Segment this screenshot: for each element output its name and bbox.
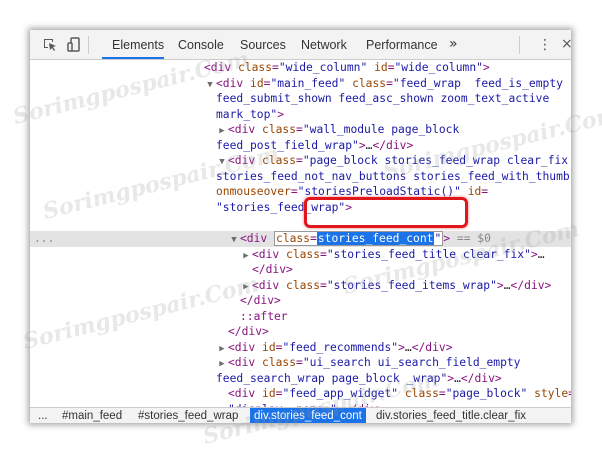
tab-console[interactable]: Console [178, 30, 224, 59]
breadcrumb: ... #main_feed #stories_feed_wrap div.st… [30, 407, 571, 423]
inspect-cursor-icon[interactable] [42, 37, 58, 53]
breadcrumb-main-feed[interactable]: #main_feed [58, 408, 126, 423]
dollar-zero-ref: == $0 [456, 232, 491, 245]
kebab-menu-icon[interactable]: ⋮ [538, 35, 552, 55]
tab-network[interactable]: Network [301, 30, 347, 59]
breadcrumb-ellipsis[interactable]: ... [34, 408, 52, 423]
dom-node-continuation: stories_feed_not_nav_buttons stories_fee… [216, 169, 571, 183]
active-tab-indicator [102, 57, 164, 59]
breadcrumb-stories-feed-title[interactable]: div.stories_feed_title.clear_fix [372, 408, 530, 423]
toolbar-separator [88, 36, 89, 54]
dom-node[interactable]: ▶ <div class="stories_feed_title clear_fi… [30, 247, 571, 263]
close-icon[interactable]: × [561, 30, 571, 59]
dom-node[interactable]: ▼ <div class="page_block stories_feed_wra… [30, 153, 571, 169]
device-toggle-icon[interactable] [66, 37, 82, 53]
dom-node-close: </div> [252, 263, 293, 276]
dom-node-continuation: mark_top"> [216, 107, 285, 121]
dom-node[interactable]: <div id="feed_app_widget" class="page_bl… [30, 386, 571, 402]
dom-node[interactable]: ▶ <div class="wall_module page_block [30, 122, 571, 138]
dom-node-continuation: feed_submit_shown feed_asc_shown zoom_te… [216, 92, 550, 105]
dom-node[interactable]: ▶ <div class="ui_search ui_search_field_e… [30, 355, 571, 371]
tab-performance[interactable]: Performance [366, 30, 438, 59]
dom-node[interactable]: ▶ <div class="stories_feed_items_wrap">…<… [30, 278, 571, 294]
dom-node-continuation: feed_post_field_wrap">…</div> [216, 138, 414, 152]
dom-node[interactable]: ▶ <div id="feed_recommends">…</div> [30, 340, 571, 356]
pseudo-element[interactable]: ::after [30, 309, 571, 325]
highlight-annotation [304, 197, 468, 228]
breadcrumb-stories-feed-cont[interactable]: div.stories_feed_cont [250, 408, 366, 423]
toolbar-separator-right [519, 36, 520, 54]
more-tabs-button[interactable]: » [449, 30, 458, 59]
tab-sources[interactable]: Sources [240, 30, 286, 59]
dom-node-continuation: "stories_feed_wrap"> [216, 200, 353, 214]
dom-node[interactable]: ▼ <div id="main_feed" class="feed_wrap fe… [30, 76, 571, 92]
tab-elements[interactable]: Elements [112, 30, 164, 59]
devtools-window: Elements Console Sources Network Perform… [30, 30, 571, 423]
dom-node-continuation: feed_search_wrap page_block _wrap">…</di… [216, 371, 502, 385]
selected-class-value[interactable]: stories_feed_cont [316, 232, 435, 245]
breadcrumb-stories-feed-wrap[interactable]: #stories_feed_wrap [134, 408, 242, 423]
dom-tree: <div class="wide_column" id="wide_column… [30, 60, 571, 407]
dom-node[interactable]: <div class="wide_column" id="wide_column… [30, 60, 571, 76]
dom-node-close: </div> [228, 325, 269, 338]
dom-node-continuation: onmouseover="storiesPreloadStatic()" id= [216, 185, 489, 198]
selected-dom-node[interactable]: ... ▼ <div class=stories_feed_cont" > == $0 [30, 231, 571, 247]
node-actions-ellipsis[interactable]: ... [34, 231, 54, 247]
devtools-toolbar: Elements Console Sources Network Perform… [30, 30, 571, 60]
dom-node-close: </div> [240, 294, 281, 307]
